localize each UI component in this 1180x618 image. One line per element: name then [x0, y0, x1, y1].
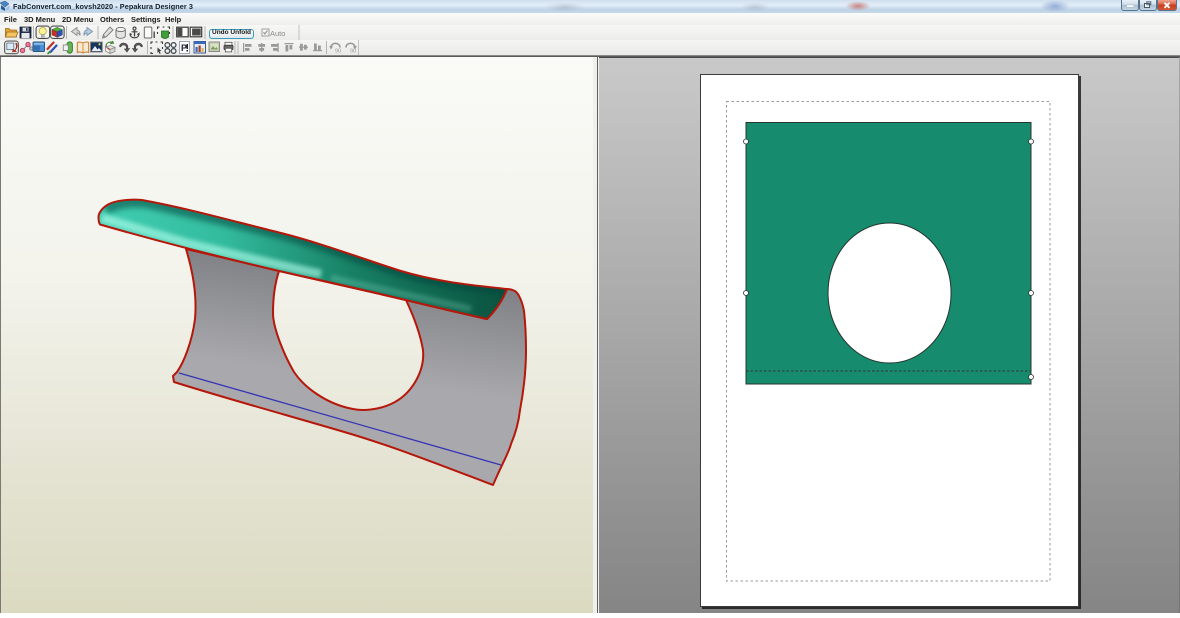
svg-text:P: P [181, 43, 187, 53]
svg-text:90: 90 [350, 49, 356, 55]
svg-text:90: 90 [335, 49, 341, 55]
